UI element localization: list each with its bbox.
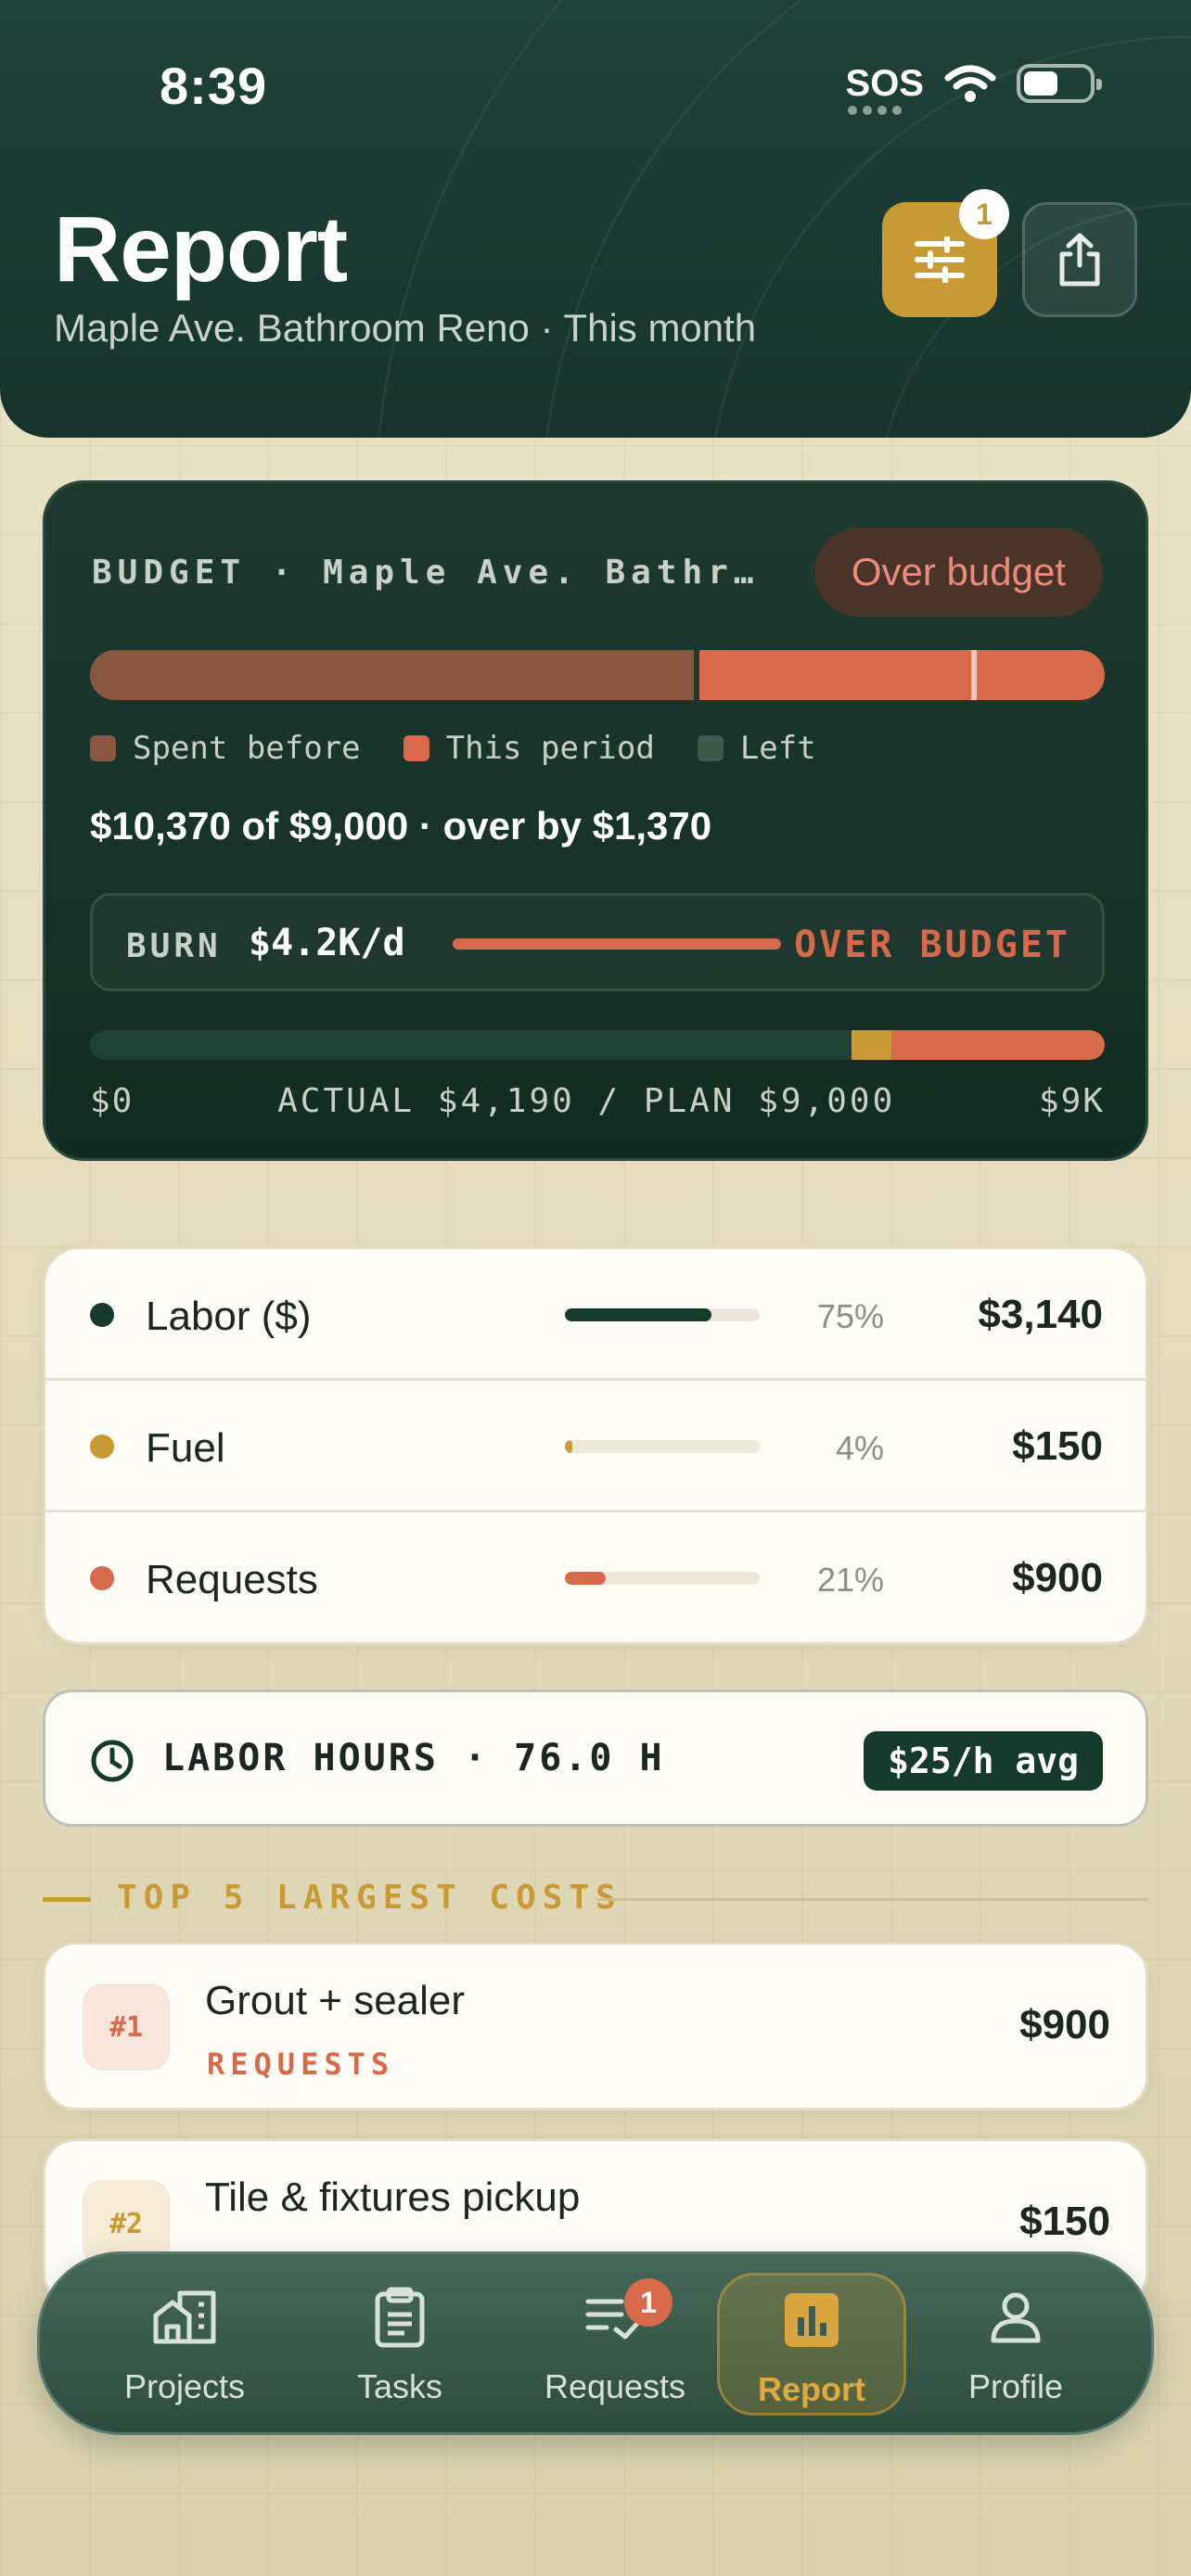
wifi-icon — [944, 65, 996, 102]
category-percent: 4% — [835, 1429, 884, 1467]
clock-icon — [91, 1740, 134, 1782]
axis-min: $0 — [90, 1082, 134, 1120]
tab-projects[interactable]: Projects — [90, 2273, 279, 2416]
category-dot — [90, 1566, 114, 1590]
category-name: Requests — [146, 1557, 318, 1602]
legend-this-period: This period — [403, 730, 655, 767]
share-icon — [1059, 233, 1100, 287]
battery-icon — [1017, 64, 1102, 103]
burn-indicator — [453, 938, 781, 950]
section-title: TOP 5 LARGEST COSTS — [117, 1879, 622, 1917]
over-budget-badge: Over budget — [813, 528, 1103, 617]
tab-report[interactable]: Report — [717, 2273, 906, 2416]
building-icon — [153, 2290, 216, 2344]
rank-badge: #1 — [83, 1983, 170, 2071]
page-title: Report — [54, 198, 348, 301]
burn-label: BURN — [126, 927, 222, 965]
budget-label: BUDGET · Maple Ave. Bathr… — [92, 554, 760, 592]
tab-tasks[interactable]: Tasks — [305, 2273, 494, 2416]
category-amount: $3,140 — [978, 1292, 1103, 1337]
legend-left: Left — [697, 730, 816, 767]
category-row-labor[interactable]: Labor ($) 75% $3,140 — [45, 1249, 1146, 1381]
clipboard-icon — [375, 2287, 425, 2348]
plan-marker — [971, 650, 977, 700]
category-name: Labor ($) — [146, 1294, 312, 1339]
cost-amount: $150 — [1019, 2199, 1110, 2244]
labor-hours-card[interactable]: LABOR HOURS · 76.0 H $25/h avg — [43, 1690, 1148, 1827]
plan-axis: $0 ACTUAL $4,190 / PLAN $9,000 $9K — [90, 1082, 1105, 1120]
this-period-segment — [699, 650, 1105, 700]
cost-name: Grout + sealer — [205, 1978, 466, 2023]
status-icons: SOS — [845, 63, 1102, 115]
tab-label: Profile — [967, 2367, 1064, 2405]
category-percent: 21% — [816, 1561, 884, 1599]
person-icon — [991, 2292, 1041, 2343]
report-header: 8:39 SOS Report Maple Ave. Bathroom Reno… — [0, 0, 1191, 438]
plan-gold-segment — [851, 1030, 892, 1060]
tab-label: Projects — [123, 2367, 246, 2405]
bottom-tab-bar: Projects Tasks Requests 1 Report Profile — [37, 2251, 1154, 2435]
cost-name: Tile & fixtures pickup — [205, 2174, 581, 2220]
hourly-rate-badge: $25/h avg — [864, 1731, 1103, 1791]
actual-vs-plan-bar — [90, 1030, 1105, 1060]
budget-summary: $10,370 of $9,000 · over by $1,370 — [90, 804, 712, 848]
budget-stacked-bar — [90, 650, 1105, 700]
filter-count-badge: 1 — [959, 189, 1009, 239]
tab-label: Report — [758, 2370, 865, 2408]
tab-label: Tasks — [356, 2367, 443, 2405]
axis-actual-plan: ACTUAL $4,190 / PLAN $9,000 — [277, 1082, 896, 1120]
category-amount: $900 — [1012, 1555, 1103, 1600]
category-percent: 75% — [816, 1297, 884, 1335]
category-amount: $150 — [1012, 1423, 1103, 1469]
category-name: Fuel — [146, 1425, 225, 1471]
burn-rate-panel: BURN $4.2K/d OVER BUDGET — [90, 893, 1105, 991]
category-dot — [90, 1303, 114, 1327]
burn-value: $4.2K/d — [249, 922, 405, 964]
category-dot — [90, 1435, 114, 1459]
bar-chart-icon — [785, 2293, 839, 2347]
burn-status: OVER BUDGET — [794, 924, 1070, 966]
cost-amount: $900 — [1019, 2002, 1110, 2047]
axis-max: $9K — [1038, 1082, 1105, 1120]
cost-item[interactable]: #1 Grout + sealer REQUESTS $900 — [43, 1942, 1148, 2111]
page-subtitle: Maple Ave. Bathroom Reno · This month — [54, 306, 757, 350]
plan-over-segment — [891, 1030, 1105, 1060]
category-row-requests[interactable]: Requests 21% $900 — [45, 1512, 1146, 1642]
sos-indicator: SOS — [845, 63, 924, 115]
spent-before-segment — [90, 650, 694, 700]
share-button[interactable] — [1022, 202, 1137, 317]
category-progress — [565, 1572, 760, 1585]
legend-spent-before: Spent before — [90, 730, 361, 767]
labor-hours-label: LABOR HOURS · 76.0 H — [162, 1737, 665, 1779]
sos-label: SOS — [845, 63, 924, 104]
budget-legend: Spent before This period Left — [90, 730, 816, 767]
tab-label: Requests — [544, 2367, 686, 2405]
status-time: 8:39 — [160, 57, 268, 115]
category-progress — [565, 1440, 760, 1453]
requests-badge: 1 — [624, 2278, 672, 2327]
category-progress — [565, 1308, 760, 1321]
category-row-fuel[interactable]: Fuel 4% $150 — [45, 1381, 1146, 1512]
category-breakdown: Labor ($) 75% $3,140 Fuel 4% $150 Reques… — [43, 1246, 1148, 1645]
budget-card: BUDGET · Maple Ave. Bathr… Over budget S… — [43, 480, 1148, 1161]
tab-profile[interactable]: Profile — [921, 2273, 1110, 2416]
cost-category: REQUESTS — [207, 2047, 395, 2082]
top-costs-heading: TOP 5 LARGEST COSTS — [43, 1877, 1148, 1921]
tab-requests[interactable]: Requests 1 — [520, 2273, 710, 2416]
sliders-icon — [915, 236, 965, 283]
